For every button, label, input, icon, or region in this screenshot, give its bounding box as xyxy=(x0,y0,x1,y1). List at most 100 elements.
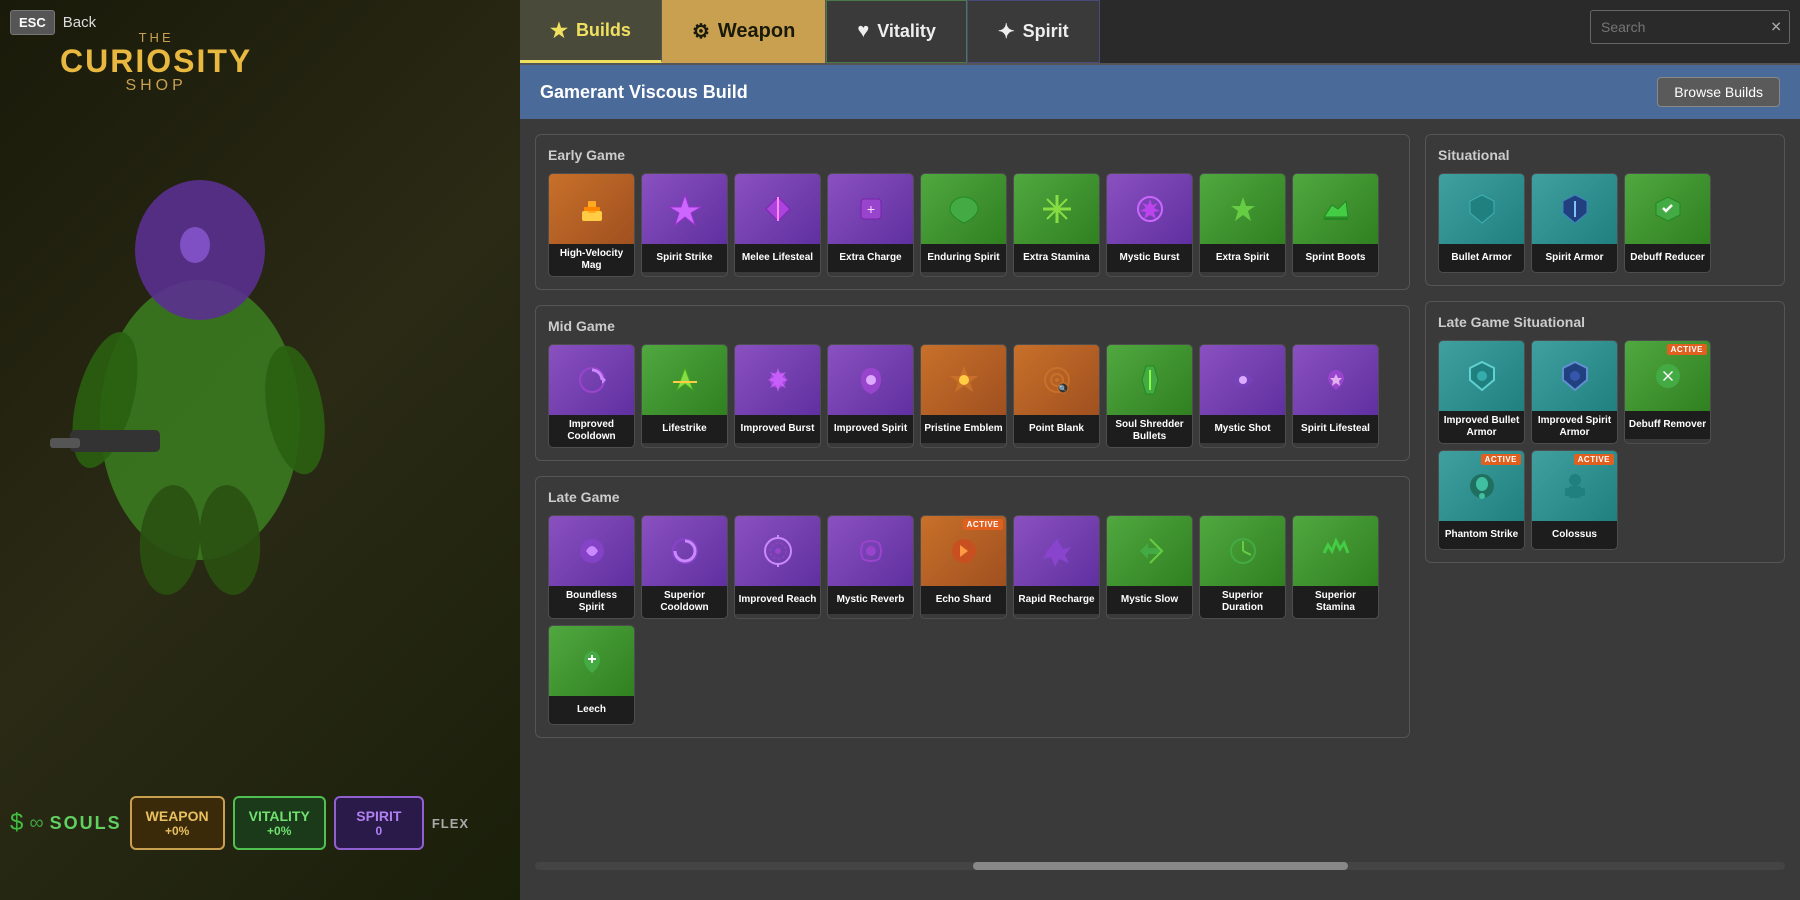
item-icon xyxy=(735,174,820,244)
item-label: Extra Spirit xyxy=(1200,244,1285,272)
build-left: Early Game High-Velocity MagSpirit Strik… xyxy=(535,134,1410,847)
item-label: Mystic Reverb xyxy=(828,586,913,614)
item-card[interactable]: Mystic Reverb xyxy=(827,515,914,619)
item-label: Phantom Strike xyxy=(1439,521,1524,549)
item-label: Boundless Spirit xyxy=(549,586,634,618)
item-card[interactable]: Mystic Burst xyxy=(1106,173,1193,277)
item-card[interactable]: High-Velocity Mag xyxy=(548,173,635,277)
item-card[interactable]: Superior Cooldown xyxy=(641,515,728,619)
browse-builds-button[interactable]: Browse Builds xyxy=(1657,77,1780,107)
item-icon xyxy=(642,516,727,586)
builds-icon: ★ xyxy=(550,18,568,43)
close-icon[interactable]: ✕ xyxy=(1770,19,1782,36)
item-card[interactable]: Enduring Spirit xyxy=(920,173,1007,277)
item-icon xyxy=(549,626,634,696)
item-card[interactable]: Improved Burst xyxy=(734,344,821,448)
item-label: Soul Shredder Bullets xyxy=(1107,415,1192,447)
item-card[interactable]: ACTIVEPhantom Strike xyxy=(1438,450,1525,550)
item-card[interactable]: Improved Spirit xyxy=(827,344,914,448)
item-label: Improved Spirit xyxy=(828,415,913,443)
search-input[interactable] xyxy=(1590,10,1790,44)
item-label: Mystic Slow xyxy=(1107,586,1192,614)
item-label: High-Velocity Mag xyxy=(549,244,634,276)
item-icon xyxy=(735,345,820,415)
item-icon xyxy=(1200,174,1285,244)
logo-area: THE CURIOSITY SHOP xyxy=(60,30,252,95)
item-card[interactable]: Spirit Armor xyxy=(1531,173,1618,273)
tab-vitality[interactable]: ♥ Vitality xyxy=(826,0,967,63)
tab-weapon[interactable]: ⚙ Weapon xyxy=(662,0,826,63)
esc-button[interactable]: ESC xyxy=(10,10,55,35)
item-icon xyxy=(1107,516,1192,586)
item-card[interactable]: Boundless Spirit xyxy=(548,515,635,619)
svg-text:🔍: 🔍 xyxy=(1058,384,1067,393)
item-label: Improved Bullet Armor xyxy=(1439,411,1524,443)
item-label: Superior Cooldown xyxy=(642,586,727,618)
item-label: Melee Lifesteal xyxy=(735,244,820,272)
item-card[interactable]: ACTIVEDebuff Remover xyxy=(1624,340,1711,444)
item-card[interactable]: Improved Cooldown xyxy=(548,344,635,448)
item-card[interactable]: Lifestrike xyxy=(641,344,728,448)
item-card[interactable]: Spirit Lifesteal xyxy=(1292,344,1379,448)
item-card[interactable]: Mystic Slow xyxy=(1106,515,1193,619)
item-card[interactable]: Debuff Reducer xyxy=(1624,173,1711,273)
item-label: Improved Spirit Armor xyxy=(1532,411,1617,443)
item-card[interactable]: Pristine Emblem xyxy=(920,344,1007,448)
item-card[interactable]: Soul Shredder Bullets xyxy=(1106,344,1193,448)
item-icon xyxy=(1532,174,1617,244)
item-label: Debuff Remover xyxy=(1625,411,1710,439)
scroll-bar[interactable] xyxy=(535,862,1785,870)
spirit-stat-button[interactable]: SPIRIT 0 xyxy=(334,796,424,850)
item-card[interactable]: Extra Spirit xyxy=(1199,173,1286,277)
item-icon xyxy=(1293,174,1378,244)
item-label: Lifestrike xyxy=(642,415,727,443)
item-icon xyxy=(549,174,634,244)
item-card[interactable]: Improved Bullet Armor xyxy=(1438,340,1525,444)
item-icon xyxy=(1014,174,1099,244)
item-card[interactable]: Extra Stamina xyxy=(1013,173,1100,277)
item-card[interactable]: Improved Reach xyxy=(734,515,821,619)
item-icon xyxy=(642,174,727,244)
souls-label: SOULS xyxy=(50,813,122,834)
item-card[interactable]: Improved Spirit Armor xyxy=(1531,340,1618,444)
item-label: Mystic Shot xyxy=(1200,415,1285,443)
late-game-section: Late Game Boundless SpiritSuperior Coold… xyxy=(535,476,1410,738)
item-card[interactable]: Spirit Strike xyxy=(641,173,728,277)
item-card[interactable]: Superior Stamina xyxy=(1292,515,1379,619)
infinity-icon: ∞ xyxy=(29,812,43,835)
item-icon xyxy=(735,516,820,586)
item-card[interactable]: +Extra Charge xyxy=(827,173,914,277)
item-icon: 🔍 xyxy=(1014,345,1099,415)
active-badge: ACTIVE xyxy=(963,519,1003,530)
item-label: Improved Cooldown xyxy=(549,415,634,447)
build-title: Gamerant Viscous Build xyxy=(540,82,748,103)
build-right: Situational Bullet ArmorSpirit ArmorDebu… xyxy=(1425,134,1785,847)
item-card[interactable]: Bullet Armor xyxy=(1438,173,1525,273)
item-card[interactable]: 🔍Point Blank xyxy=(1013,344,1100,448)
item-label: Rapid Recharge xyxy=(1014,586,1099,614)
mid-game-title: Mid Game xyxy=(548,318,1397,334)
item-card[interactable]: Superior Duration xyxy=(1199,515,1286,619)
tab-builds[interactable]: ★ Builds xyxy=(520,0,662,63)
item-label: Echo Shard xyxy=(921,586,1006,614)
item-card[interactable]: Rapid Recharge xyxy=(1013,515,1100,619)
spirit-icon: ✦ xyxy=(998,19,1015,44)
item-card[interactable]: Sprint Boots xyxy=(1292,173,1379,277)
item-icon xyxy=(828,345,913,415)
item-card[interactable]: Melee Lifesteal xyxy=(734,173,821,277)
item-label: Superior Stamina xyxy=(1293,586,1378,618)
weapon-stat-button[interactable]: WEAPON +0% xyxy=(130,796,225,850)
item-label: Extra Stamina xyxy=(1014,244,1099,272)
item-icon: ACTIVE xyxy=(1625,341,1710,411)
vitality-stat-button[interactable]: VITALITY +0% xyxy=(233,796,326,850)
tab-spirit[interactable]: ✦ Spirit xyxy=(967,0,1100,63)
item-icon: ACTIVE xyxy=(1439,451,1524,521)
vitality-icon: ♥ xyxy=(857,20,869,43)
late-game-grid: Boundless SpiritSuperior CooldownImprove… xyxy=(548,515,1397,725)
item-label: Extra Charge xyxy=(828,244,913,272)
item-card[interactable]: ACTIVEColossus xyxy=(1531,450,1618,550)
souls-display: $ ∞ SOULS xyxy=(10,809,122,837)
item-card[interactable]: Mystic Shot xyxy=(1199,344,1286,448)
item-card[interactable]: ACTIVE Echo Shard xyxy=(920,515,1007,619)
item-card[interactable]: Leech xyxy=(548,625,635,725)
